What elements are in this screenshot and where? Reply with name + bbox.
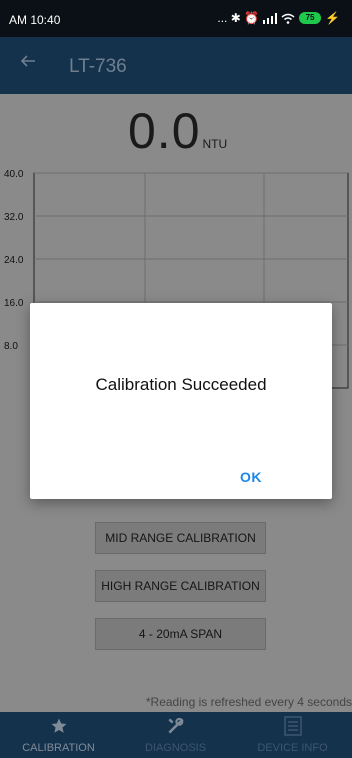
chart-tick-label: 8.0	[4, 341, 18, 352]
nav-item-calibration[interactable]: CALIBRATION	[0, 712, 117, 758]
back-button[interactable]	[20, 51, 36, 73]
chart-tick-label: 24.0	[4, 255, 24, 266]
chart-tick-label: 32.0	[4, 212, 24, 223]
calibration-dialog: Calibration Succeeded OK	[30, 303, 332, 499]
back-arrow-icon	[20, 55, 35, 67]
bottom-nav: CALIBRATION DIAGNOSIS DEVICE INFO	[0, 712, 352, 758]
dialog-message: Calibration Succeeded	[95, 375, 267, 394]
status-icons: ... ✱ ⏰ 75 ⚡	[217, 11, 340, 25]
reading-unit: NTU	[202, 137, 228, 151]
chart-tick-label: 40.0	[4, 169, 24, 180]
nav-label-device-info: DEVICE INFO	[257, 742, 328, 754]
span-button[interactable]: 4 - 20mA SPAN	[95, 618, 266, 650]
reading-value: 0.0	[128, 103, 201, 159]
ok-button[interactable]: OK	[240, 469, 262, 485]
wifi-icon	[281, 13, 295, 24]
nav-item-device-info[interactable]: DEVICE INFO	[234, 712, 351, 758]
tools-icon	[167, 717, 184, 734]
signal-icon	[263, 12, 278, 24]
status-icons-text: ... ✱ ⏰	[217, 11, 260, 25]
page-title: LT-736	[69, 56, 127, 77]
turbidity-reading: 0.0 NTU	[128, 102, 227, 160]
charging-icon: ⚡	[325, 11, 340, 25]
chart-tick-label: 16.0	[4, 298, 24, 309]
star-icon	[51, 718, 66, 733]
status-time: AM 10:40	[9, 13, 61, 27]
document-icon	[283, 716, 302, 736]
status-bar: AM 10:40 ... ✱ ⏰ 75 ⚡	[0, 0, 352, 37]
nav-label-diagnosis: DIAGNOSIS	[144, 742, 207, 754]
app-bar: LT-736	[0, 37, 352, 94]
mid-range-calibration-button[interactable]: MID RANGE CALIBRATION	[95, 522, 266, 554]
high-range-calibration-button[interactable]: HIGH RANGE CALIBRATION	[95, 570, 266, 602]
battery-icon: 75	[299, 12, 322, 24]
nav-item-diagnosis[interactable]: DIAGNOSIS	[117, 712, 234, 758]
refresh-note: *Reading is refreshed every 4 seconds	[145, 695, 352, 709]
nav-label-calibration: CALIBRATION	[22, 742, 95, 754]
